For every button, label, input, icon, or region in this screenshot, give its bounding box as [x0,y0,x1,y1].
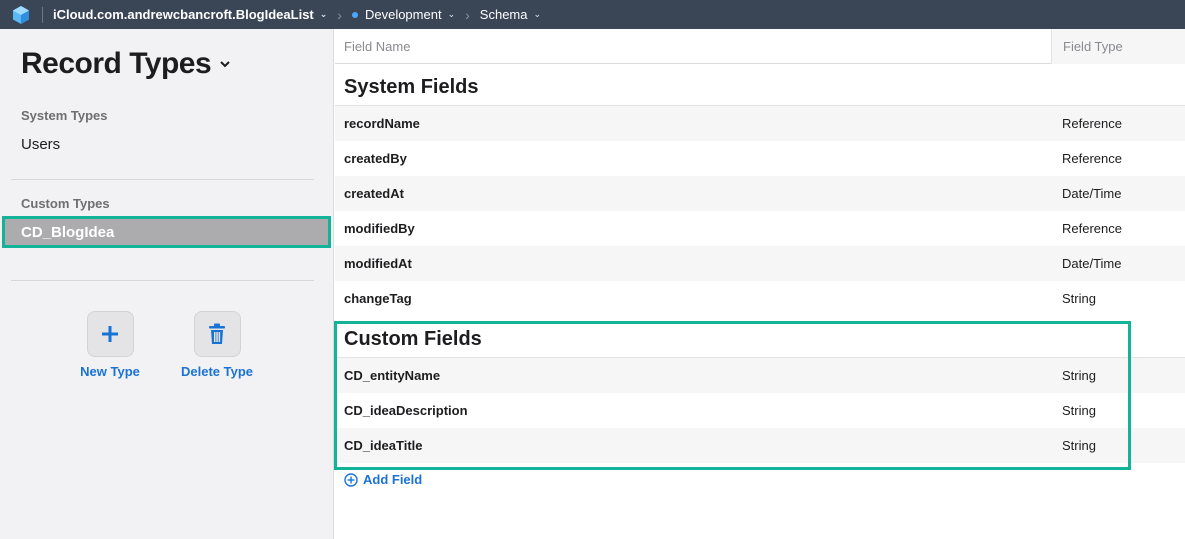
sidebar-item-cd-blogidea[interactable]: CD_BlogIdea [2,216,331,248]
field-name: CD_entityName [344,368,441,383]
field-type: Reference [1062,221,1122,236]
table-row[interactable]: changeTag String [335,281,1185,316]
field-name: createdBy [344,151,407,166]
field-name: createdAt [344,186,404,201]
section-selector[interactable]: Schema ⌄ [480,7,541,22]
field-name: CD_ideaDescription [344,403,468,418]
sidebar: Record Types System Types Users Custom T… [0,29,334,539]
delete-type-icon-box [193,311,241,357]
trash-icon [209,323,225,344]
sidebar-title: Record Types [21,47,212,80]
new-type-button[interactable]: New Type [70,311,150,379]
new-type-label: New Type [80,364,140,379]
chevron-down-icon [220,61,230,68]
field-type: Reference [1062,151,1122,166]
table-row[interactable]: CD_ideaDescription String [335,393,1185,428]
column-header-field-name[interactable]: Field Name [344,29,410,64]
table-row[interactable]: recordName Reference [335,106,1185,141]
top-bar: iCloud.com.andrewcbancroft.BlogIdeaList … [0,0,1185,29]
chevron-down-icon: ⌄ [533,9,542,19]
field-type: Date/Time [1062,186,1122,201]
column-header-field-type[interactable]: Field Type [1051,29,1185,64]
sidebar-divider [11,280,314,281]
delete-type-button[interactable]: Delete Type [177,311,257,379]
plus-icon [102,326,118,342]
table-header: Field Name Field Type [335,29,1185,64]
table-row[interactable]: createdBy Reference [335,141,1185,176]
add-circle-icon [344,472,358,487]
table-row[interactable]: createdAt Date/Time [335,176,1185,211]
cloudkit-app-icon[interactable] [10,4,32,26]
field-name: modifiedBy [344,221,415,236]
fields-table: Field Name Field Type System Fields reco… [334,29,1185,539]
system-types-label: System Types [21,108,108,123]
field-name: modifiedAt [344,256,412,271]
sidebar-item-users[interactable]: Users [21,136,60,153]
chevron-down-icon: ⌄ [319,9,328,19]
table-row[interactable]: modifiedAt Date/Time [335,246,1185,281]
table-row[interactable]: CD_entityName String [335,358,1185,393]
add-field-label: Add Field [363,472,423,487]
system-fields-title: System Fields [344,76,479,98]
topbar-divider [42,6,43,23]
delete-type-label: Delete Type [180,364,253,379]
field-type: String [1062,403,1096,418]
record-types-menu[interactable]: Record Types [21,47,231,81]
chevron-down-icon: ⌄ [447,9,456,19]
field-type: String [1062,368,1096,383]
field-name: CD_ideaTitle [344,438,423,453]
field-type: Date/Time [1062,256,1122,271]
custom-types-label: Custom Types [21,196,110,211]
container-selector[interactable]: iCloud.com.andrewcbancroft.BlogIdeaList … [53,7,327,22]
breadcrumb-separator-icon: › [337,6,342,23]
environment-status-dot [351,11,358,18]
breadcrumb-separator-icon: › [465,6,470,23]
table-row[interactable]: modifiedBy Reference [335,211,1185,246]
environment-selector[interactable]: Development ⌄ [351,7,456,22]
field-type: String [1062,438,1096,453]
section-name: Schema [479,7,528,22]
environment-name: Development [364,7,442,22]
field-name: recordName [344,116,420,131]
field-name: changeTag [344,291,412,306]
container-name: iCloud.com.andrewcbancroft.BlogIdeaList [53,7,314,22]
custom-fields-title: Custom Fields [344,328,482,350]
sidebar-divider [11,179,314,180]
add-field-button[interactable]: Add Field [344,472,422,487]
field-type: String [1062,291,1096,306]
table-row[interactable]: CD_ideaTitle String [335,428,1185,463]
new-type-icon-box [86,311,134,357]
field-type: Reference [1062,116,1122,131]
